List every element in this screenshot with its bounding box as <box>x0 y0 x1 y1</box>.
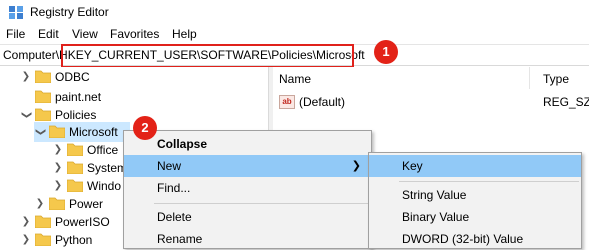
menu-item-label: Binary Value <box>402 210 470 224</box>
tree-item-label: Policies <box>55 108 97 122</box>
menu-item-label: Find... <box>157 181 191 195</box>
tree-item-label: Windo <box>87 179 122 193</box>
tree-item-paint-net[interactable]: paint.net <box>20 87 260 107</box>
tree-item-odbc[interactable]: ❯ ODBC <box>20 67 260 87</box>
tree-item-windows[interactable]: ❯ Windo <box>52 176 122 196</box>
tree-item-microsoft[interactable]: ❯ Microsoft <box>34 122 130 142</box>
column-divider[interactable] <box>529 67 530 89</box>
folder-icon <box>35 90 51 103</box>
menu-item-label: Delete <box>157 210 192 224</box>
menu-item-label: New <box>157 159 182 173</box>
menu-item-collapse[interactable]: Collapse <box>124 133 371 155</box>
menu-item-new[interactable]: New ❯ <box>124 155 371 177</box>
chevron-down-icon[interactable]: ❯ <box>19 109 33 121</box>
context-menu: Collapse New ❯ Find... Delete Rename <box>123 130 372 249</box>
menu-item-label: Rename <box>157 232 203 246</box>
chevron-right-icon[interactable]: ❯ <box>34 197 46 211</box>
menu-help[interactable]: Help <box>172 27 197 41</box>
submenu-item-key[interactable]: Key <box>369 155 581 177</box>
submenu-item-string-value[interactable]: String Value <box>369 184 581 206</box>
chevron-right-icon[interactable]: ❯ <box>20 233 32 247</box>
folder-icon <box>67 179 83 192</box>
tree-item-power[interactable]: ❯ Power <box>34 194 120 214</box>
chevron-right-icon[interactable]: ❯ <box>20 70 32 84</box>
folder-open-icon <box>35 108 51 121</box>
menu-item-rename[interactable]: Rename <box>124 228 371 250</box>
step-badge-1: 1 <box>374 40 398 64</box>
title-bar: Registry Editor <box>0 0 589 24</box>
column-header-name[interactable]: Name <box>279 72 311 86</box>
address-prefix: Computer\ <box>3 48 60 62</box>
folder-icon <box>35 70 51 83</box>
tree-item-label: Python <box>55 233 93 247</box>
menu-separator <box>154 203 369 204</box>
value-name: (Default) <box>299 95 346 109</box>
folder-icon <box>67 161 83 174</box>
menu-item-label: Key <box>402 159 423 173</box>
tree-item-label: Power <box>69 197 104 211</box>
folder-icon <box>49 197 65 210</box>
step-badge-2: 2 <box>133 116 157 140</box>
tree-item-label: Office <box>87 143 119 157</box>
tree-item-label: System <box>87 161 128 175</box>
folder-open-icon <box>49 125 65 138</box>
menu-item-label: Collapse <box>157 137 208 151</box>
menu-item-label: String Value <box>402 188 467 202</box>
chevron-right-icon[interactable]: ❯ <box>20 215 32 229</box>
menu-item-label: DWORD (32-bit) Value <box>402 232 524 246</box>
chevron-right-icon[interactable]: ❯ <box>52 179 64 193</box>
submenu-arrow-icon: ❯ <box>351 160 361 172</box>
folder-icon <box>67 143 83 156</box>
menu-bar: File Edit View Favorites Help <box>0 24 589 44</box>
tree-item-label: Microsoft <box>69 125 118 139</box>
tree-item-label: paint.net <box>55 90 102 104</box>
tree-item-poweriso[interactable]: ❯ PowerISO <box>20 212 120 232</box>
menu-file[interactable]: File <box>6 27 25 41</box>
window-title: Registry Editor <box>30 5 109 19</box>
tree-item-python[interactable]: ❯ Python <box>20 230 120 249</box>
tree-item-office[interactable]: ❯ Office <box>52 140 122 160</box>
menu-view[interactable]: View <box>72 27 98 41</box>
column-header-type[interactable]: Type <box>543 72 569 86</box>
chevron-right-icon[interactable]: ❯ <box>52 161 64 175</box>
menu-edit[interactable]: Edit <box>38 27 59 41</box>
folder-icon <box>35 215 51 228</box>
new-submenu: Key String Value Binary Value DWORD (32-… <box>368 152 582 249</box>
menu-favorites[interactable]: Favorites <box>110 27 159 41</box>
menu-item-find[interactable]: Find... <box>124 177 371 199</box>
address-highlight-box <box>61 44 354 68</box>
menu-separator <box>399 181 579 182</box>
tree-item-system[interactable]: ❯ System <box>52 158 127 178</box>
submenu-item-dword-value[interactable]: DWORD (32-bit) Value <box>369 228 581 250</box>
folder-icon <box>35 233 51 246</box>
chevron-down-icon[interactable]: ❯ <box>33 126 47 138</box>
value-type: REG_SZ <box>543 95 589 109</box>
menu-item-delete[interactable]: Delete <box>124 206 371 228</box>
tree-item-label: PowerISO <box>55 215 110 229</box>
tree-item-label: ODBC <box>55 70 90 84</box>
string-value-icon: ab <box>279 95 295 109</box>
chevron-right-icon[interactable]: ❯ <box>52 143 64 157</box>
registry-editor-icon <box>9 6 23 19</box>
submenu-item-binary-value[interactable]: Binary Value <box>369 206 581 228</box>
